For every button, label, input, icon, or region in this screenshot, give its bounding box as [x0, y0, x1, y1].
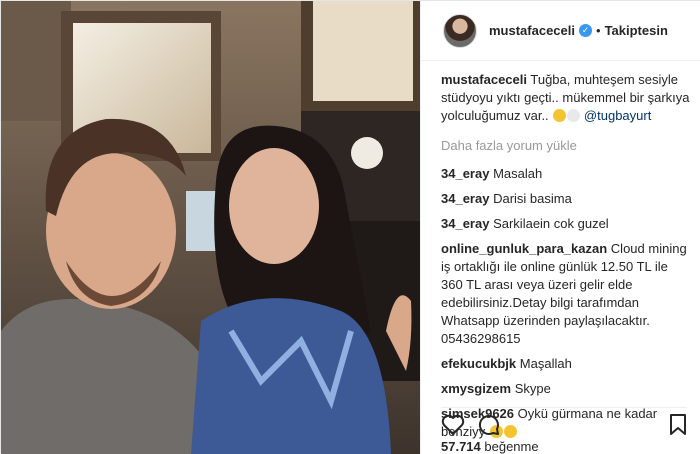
comment-username[interactable]: online_gunluk_para_kazan: [441, 241, 607, 256]
comment-text: Masalah: [493, 166, 543, 181]
caption-mention[interactable]: @tugbayurt: [584, 108, 651, 123]
likes-label: beğenme: [484, 439, 539, 454]
following-button[interactable]: Takiptesin: [605, 23, 668, 38]
comment-icon[interactable]: [477, 414, 501, 436]
comment-username[interactable]: 34_eray: [441, 216, 489, 231]
studio-selfie-image: [1, 1, 420, 454]
bookmark-icon[interactable]: [669, 414, 687, 436]
likes-number: 57.714: [441, 439, 481, 454]
comment-item: efekucukbjk Maşallah: [441, 355, 693, 373]
caption-username[interactable]: mustafaceceli: [441, 72, 527, 87]
comment-item: online_gunluk_para_kazan Cloud mining iş…: [441, 240, 693, 348]
load-more-comments[interactable]: Daha fazla yorum yükle: [441, 137, 693, 155]
post-photo[interactable]: [1, 1, 420, 454]
post-username[interactable]: mustafaceceli: [489, 23, 575, 38]
comment-username[interactable]: efekucukbjk: [441, 356, 516, 371]
separator-dot: •: [596, 23, 601, 38]
action-bar: [441, 407, 687, 438]
caption: mustafaceceli Tuğba, muhteşem sesiyle st…: [441, 71, 693, 125]
post-header: mustafaceceli ✓ • Takiptesin: [421, 1, 700, 61]
comment-item: 34_eray Masalah: [441, 165, 693, 183]
headphones-emoji-icon: [567, 109, 581, 122]
likes-count[interactable]: 57.714 beğenme: [441, 439, 539, 454]
comments-list: mustafaceceli Tuğba, muhteşem sesiyle st…: [441, 71, 693, 448]
comment-item: xmysgizem Skype: [441, 380, 693, 398]
smiley-emoji-icon: [553, 109, 567, 122]
avatar[interactable]: [443, 13, 477, 48]
comment-item: 34_eray Sarkilaein cok guzel: [441, 215, 693, 233]
comment-text: Maşallah: [519, 356, 572, 371]
comment-username[interactable]: xmysgizem: [441, 381, 511, 396]
comment-text: Skype: [514, 381, 551, 396]
heart-icon[interactable]: [441, 414, 465, 436]
verified-badge-icon: ✓: [579, 24, 592, 37]
comment-text: Cloud mining iş ortaklığı ile online gün…: [441, 241, 687, 346]
instagram-post: mustafaceceli ✓ • Takiptesin mustafacece…: [0, 0, 700, 454]
comment-username[interactable]: 34_eray: [441, 191, 489, 206]
comment-item: 34_eray Darisi basima: [441, 190, 693, 208]
comment-text: Sarkilaein cok guzel: [493, 216, 609, 231]
post-sidebar: mustafaceceli ✓ • Takiptesin mustafacece…: [420, 1, 700, 454]
comment-username[interactable]: 34_eray: [441, 166, 489, 181]
comment-text: Darisi basima: [493, 191, 572, 206]
